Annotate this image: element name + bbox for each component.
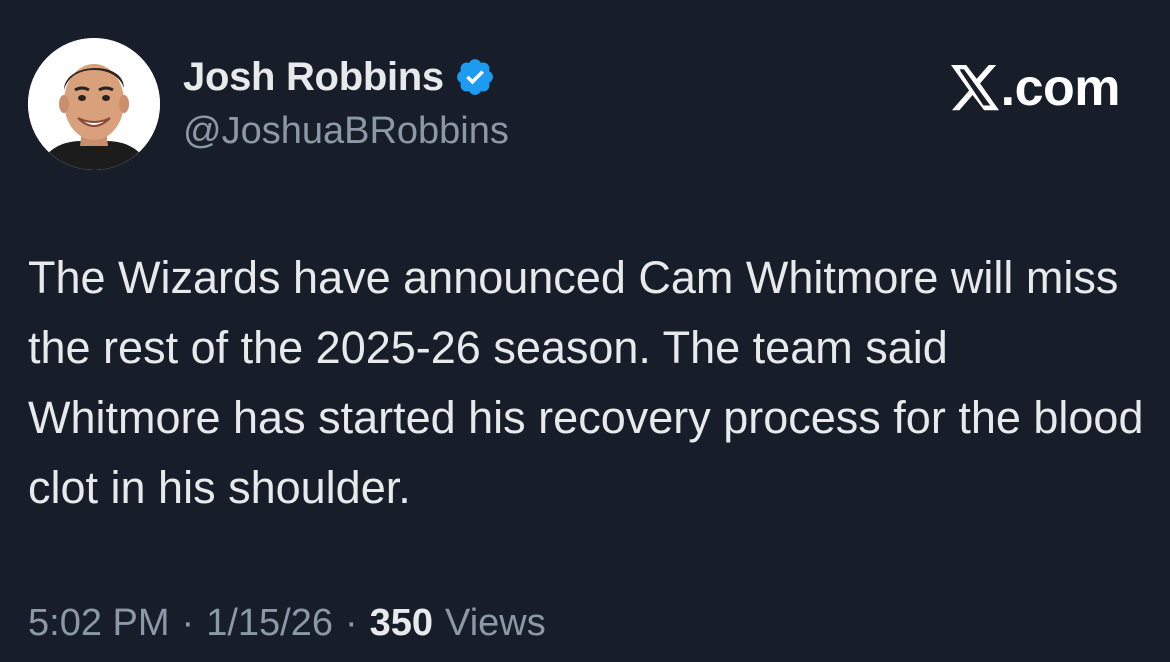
brand-domain-text: .com [1000,59,1121,117]
views-count[interactable]: 350 [370,602,433,645]
verified-badge-icon [454,56,496,98]
tweet-text: The Wizards have announced Cam Whitmore … [28,252,1144,513]
meta-separator: · [344,602,358,644]
meta-separator: · [181,602,195,644]
tweet-date[interactable]: 1/15/26 [206,602,333,645]
x-logo-icon [950,65,999,111]
tweet-meta: 5:02 PM · 1/15/26 · 350 Views [28,602,546,645]
tweet-time[interactable]: 5:02 PM [28,602,170,645]
author-name-row[interactable]: Josh Robbins [183,54,496,100]
views-label[interactable]: Views [445,602,546,645]
brand-watermark: .com [950,59,1121,117]
author-display-name[interactable]: Josh Robbins [183,55,444,100]
author-avatar[interactable] [28,38,160,170]
author-handle[interactable]: @JoshuaBRobbins [183,110,509,153]
avatar-photo [28,38,160,170]
